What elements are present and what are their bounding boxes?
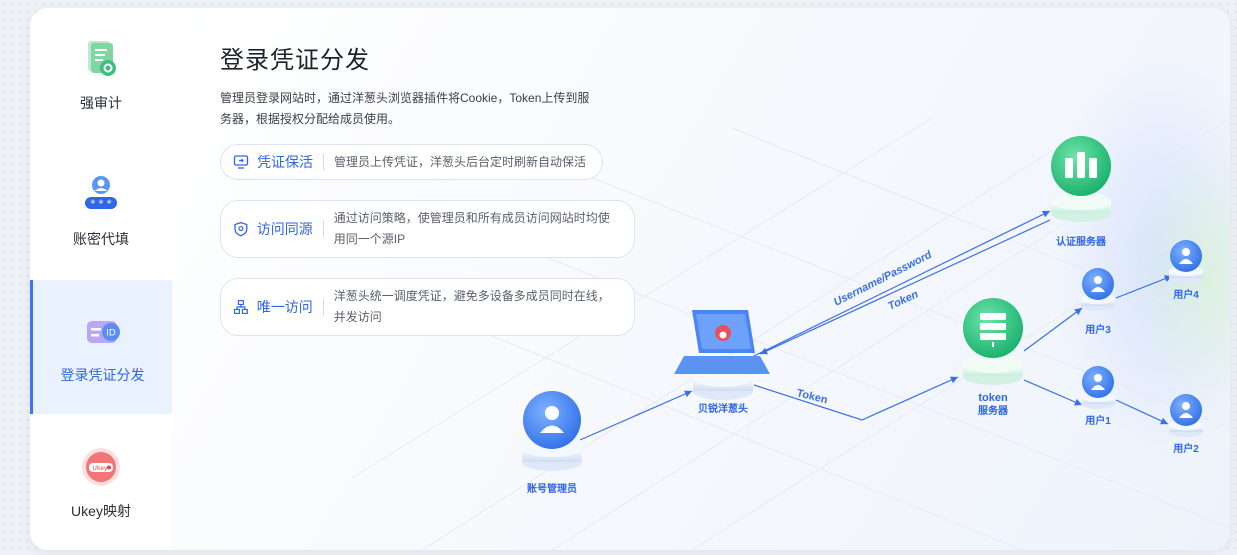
sidebar: 强审计 * * * 账密代填 ID 登录凭证分发 Ukey Ukey映射 (30, 8, 173, 550)
feature-name: 访问同源 (256, 221, 313, 237)
feature-name: 凭证保活 (257, 154, 313, 170)
user4-node: 用户4 (1169, 240, 1203, 301)
auth-server-node: 认证服务器 (1051, 136, 1111, 248)
shield-location-icon (234, 221, 248, 237)
divider (322, 299, 324, 315)
sidebar-item-label: 强审计 (80, 95, 122, 111)
sidebar-item-label: 账密代填 (73, 231, 129, 247)
user2-label: 用户2 (1172, 442, 1199, 455)
page-description: 管理员登录网站时，通过洋葱头浏览器插件将Cookie，Token上传到服务器，根… (220, 91, 590, 126)
user2-node: 用户2 (1169, 394, 1203, 455)
user4-label: 用户4 (1172, 288, 1199, 301)
svg-text:* * *: * * * (90, 199, 111, 210)
token-server-label-line1: token (978, 392, 1008, 404)
feature-name: 唯一访问 (256, 299, 313, 315)
onion-node: 贝锐洋葱头 (674, 310, 770, 415)
feature-desc: 洋葱头统一调度凭证，避免多设备多成员同时在线，并发访问 (333, 289, 610, 324)
token-server-node: token 服务器 (963, 298, 1023, 417)
divider (322, 221, 324, 237)
credential-id-icon: ID (86, 321, 120, 343)
feature-unique-access[interactable]: 唯一访问 洋葱头统一调度凭证，避免多设备多成员同时在线，并发访问 (220, 278, 635, 336)
feature-same-origin[interactable]: 访问同源 通过访问策略，使管理员和所有成员访问网站时均使用同一个源IP (220, 200, 635, 258)
token-server-label-line2: 服务器 (978, 404, 1009, 417)
onion-label: 贝锐洋葱头 (698, 402, 748, 415)
page-title: 登录凭证分发 (220, 47, 370, 74)
svg-text:ID: ID (106, 329, 116, 339)
sidebar-item-credential[interactable]: ID 登录凭证分发 (30, 280, 172, 414)
ukey-icon: Ukey (82, 448, 120, 486)
laptop-icon (674, 310, 770, 374)
user1-label: 用户1 (1084, 414, 1111, 427)
sidebar-item-ukey[interactable]: Ukey Ukey映射 (30, 416, 172, 550)
network-tree-icon (233, 299, 248, 315)
sidebar-item-label: 登录凭证分发 (60, 367, 145, 383)
audit-icon (88, 41, 116, 76)
admin-node: 账号管理员 (522, 391, 582, 495)
sidebar-item-audit[interactable]: 强审计 (30, 8, 172, 142)
feature-keepalive[interactable]: 凭证保活 管理员上传凭证，洋葱头后台定时刷新自动保活 (220, 144, 603, 180)
password-fill-icon: * * * (85, 176, 117, 210)
main-card: 强审计 * * * 账密代填 ID 登录凭证分发 Ukey Ukey映射 Use… (30, 8, 1230, 550)
user3-label: 用户3 (1084, 323, 1111, 336)
edge-label-token-return: Token (886, 288, 920, 313)
content-panel: Username/Password Token Token 账号管理员 贝锐洋葱… (172, 8, 1230, 550)
sidebar-item-password-fill[interactable]: * * * 账密代填 (30, 144, 172, 278)
feature-desc: 通过访问策略，使管理员和所有成员访问网站时均使用同一个源IP (333, 211, 610, 246)
monitor-refresh-icon (233, 155, 249, 169)
auth-server-label: 认证服务器 (1056, 235, 1107, 248)
feature-desc: 管理员上传凭证，洋葱头后台定时刷新自动保活 (334, 154, 587, 169)
sidebar-item-label: Ukey映射 (71, 503, 131, 519)
svg-text:Ukey: Ukey (93, 465, 108, 472)
user3-node: 用户3 (1081, 268, 1115, 336)
admin-label: 账号管理员 (527, 482, 577, 495)
user1-node: 用户1 (1081, 366, 1115, 427)
divider (323, 154, 324, 170)
